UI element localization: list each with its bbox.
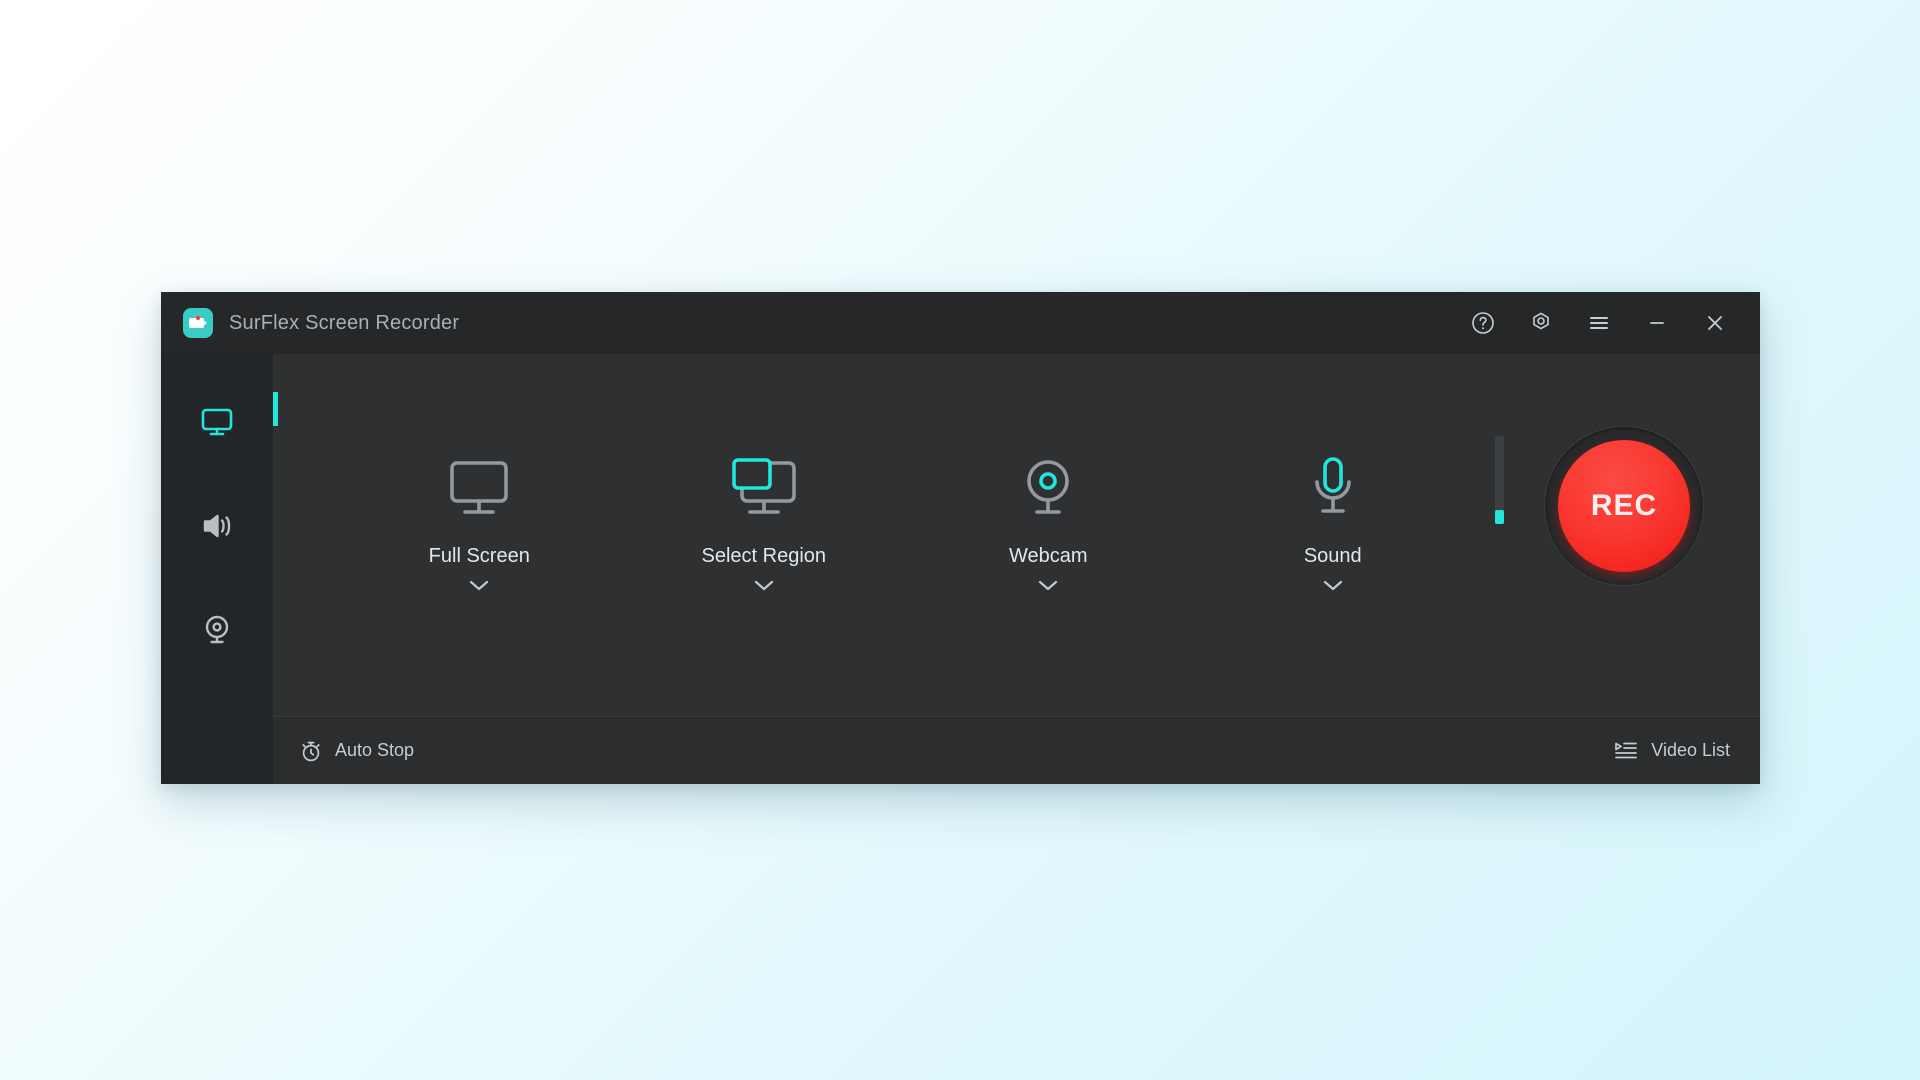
record-button-label: REC [1590,489,1658,522]
mode-toolbar: Full Screen Select Region Webcam Sound R… [273,354,1760,716]
active-tab-indicator [273,392,278,426]
webcam-icon [1009,453,1087,527]
footer-bar: Auto Stop Video List [273,716,1760,784]
sidebar-item-webcam-recorder[interactable] [161,578,273,682]
chevron-down-icon[interactable] [468,578,490,592]
minimize-icon[interactable] [1634,302,1680,344]
app-window: SurFlex Screen Recorder Full Screen Sele… [161,292,1760,784]
mode-label: Webcam [1008,544,1088,567]
sidebar-item-screen-recorder[interactable] [161,370,273,474]
microphone-icon [1298,453,1368,527]
monitor-icon [196,401,238,443]
auto-stop-label: Auto Stop [335,740,415,760]
menu-icon[interactable] [1576,302,1622,344]
select-region-icon [722,453,806,527]
stopwatch-icon [299,739,323,763]
mode-label: Select Region [701,544,827,567]
video-list-button[interactable]: Video List [1613,740,1730,762]
sidebar [161,354,273,784]
playlist-icon [1613,740,1639,762]
sidebar-item-audio-recorder[interactable] [161,474,273,578]
mode-webcam[interactable]: Webcam [943,453,1153,592]
webcam-icon [196,609,238,651]
main-column: Full Screen Select Region Webcam Sound R… [273,354,1760,784]
monitor-icon [439,453,519,527]
mode-label: Full Screen [428,544,530,567]
mode-sound[interactable]: Sound [1228,453,1438,592]
record-button-face: REC [1558,440,1690,572]
app-title: SurFlex Screen Recorder [229,311,460,334]
title-bar-left: SurFlex Screen Recorder [183,308,459,338]
help-icon[interactable] [1460,302,1506,344]
mode-label: Sound [1303,544,1362,567]
video-list-label: Video List [1651,740,1730,760]
audio-level-fill [1495,509,1504,524]
title-bar: SurFlex Screen Recorder [161,292,1760,354]
close-icon[interactable] [1692,302,1738,344]
window-body: Full Screen Select Region Webcam Sound R… [161,354,1760,784]
settings-icon[interactable] [1518,302,1564,344]
mode-list: Full Screen Select Region Webcam Sound [317,453,1485,592]
camcorder-icon [183,308,213,338]
speaker-icon [196,505,238,547]
auto-stop-button[interactable]: Auto Stop [299,739,414,763]
mode-select-region[interactable]: Select Region [659,453,869,592]
chevron-down-icon[interactable] [1322,578,1344,592]
audio-level-meter[interactable] [1495,436,1504,524]
title-bar-controls [1460,302,1738,344]
mode-full-screen[interactable]: Full Screen [374,453,584,592]
record-button-wrapper: REC [1544,426,1704,586]
record-button[interactable]: REC [1544,426,1704,586]
chevron-down-icon[interactable] [753,578,775,592]
chevron-down-icon[interactable] [1037,578,1059,592]
